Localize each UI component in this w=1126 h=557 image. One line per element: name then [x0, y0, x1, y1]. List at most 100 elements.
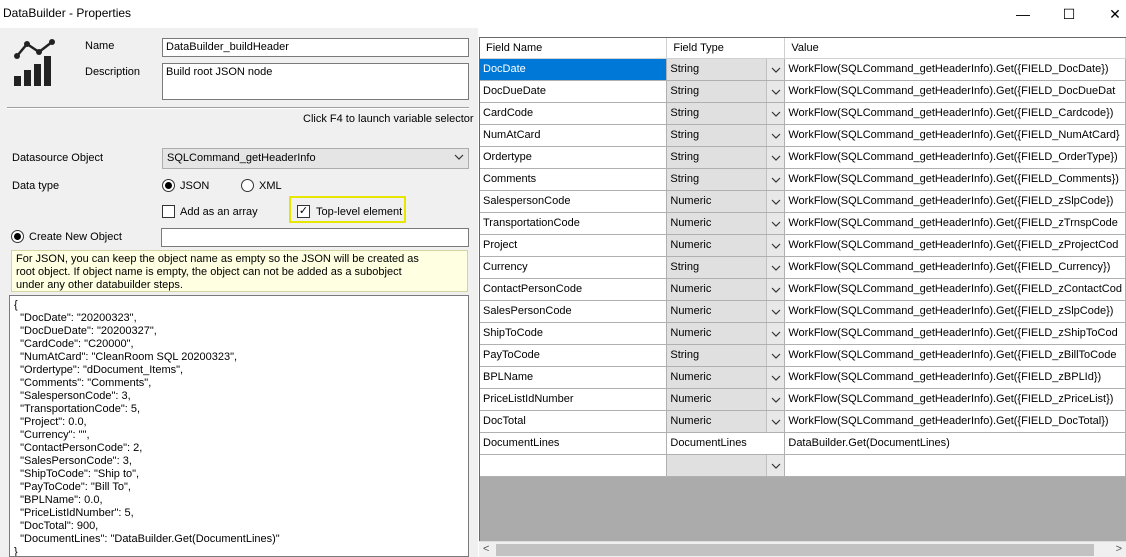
- value-cell[interactable]: WorkFlow(SQLCommand_getHeaderInfo).Get({…: [784, 80, 1126, 103]
- chevron-down-icon[interactable]: [766, 124, 784, 145]
- field-name-cell[interactable]: CardCode: [480, 102, 668, 125]
- table-row[interactable]: DocTotal Numeric WorkFlow(SQLCommand_getHe…: [480, 410, 1126, 433]
- table-row[interactable]: NumAtCard String WorkFlow(SQLCommand_getHe…: [480, 124, 1126, 147]
- value-cell[interactable]: WorkFlow(SQLCommand_getHeaderInfo).Get({…: [784, 124, 1126, 147]
- field-type-cell[interactable]: Numeric: [666, 234, 786, 257]
- value-cell[interactable]: WorkFlow(SQLCommand_getHeaderInfo).Get({…: [784, 234, 1126, 257]
- table-row[interactable]: DocDueDate String WorkFlow(SQLCommand_getH…: [480, 80, 1126, 103]
- field-name-cell[interactable]: Currency: [480, 256, 668, 279]
- value-cell[interactable]: WorkFlow(SQLCommand_getHeaderInfo).Get({…: [784, 190, 1126, 213]
- table-row[interactable]: SalesPersonCode Numeric WorkFlow(SQLComman…: [480, 300, 1126, 323]
- table-row[interactable]: ShipToCode Numeric WorkFlow(SQLCommand_get…: [480, 322, 1126, 345]
- close-button[interactable]: ✕: [1092, 0, 1126, 28]
- field-name-cell[interactable]: SalesPersonCode: [480, 300, 668, 323]
- field-type-cell[interactable]: String: [666, 102, 786, 125]
- chevron-down-icon[interactable]: [766, 102, 784, 123]
- chevron-down-icon[interactable]: [766, 234, 784, 255]
- field-name-cell[interactable]: [480, 454, 668, 477]
- field-name-cell[interactable]: SalespersonCode: [480, 190, 668, 213]
- name-input[interactable]: DataBuilder_buildHeader: [162, 38, 469, 57]
- table-row[interactable]: BPLName Numeric WorkFlow(SQLCommand_getHea…: [480, 366, 1126, 389]
- field-name-cell[interactable]: DocumentLines: [480, 432, 668, 455]
- chevron-down-icon[interactable]: [766, 278, 784, 299]
- table-row[interactable]: ContactPersonCode Numeric WorkFlow(SQLComm…: [480, 278, 1126, 301]
- field-type-cell[interactable]: Numeric: [666, 322, 786, 345]
- field-name-cell[interactable]: DocTotal: [480, 410, 668, 433]
- field-name-cell[interactable]: NumAtCard: [480, 124, 668, 147]
- field-type-cell[interactable]: [666, 454, 786, 477]
- datasource-select[interactable]: SQLCommand_getHeaderInfo: [162, 148, 469, 169]
- value-cell[interactable]: WorkFlow(SQLCommand_getHeaderInfo).Get({…: [784, 102, 1126, 125]
- chevron-down-icon[interactable]: [766, 212, 784, 233]
- field-name-cell[interactable]: BPLName: [480, 366, 668, 389]
- table-row[interactable]: SalespersonCode Numeric WorkFlow(SQLComman…: [480, 190, 1126, 213]
- value-cell[interactable]: WorkFlow(SQLCommand_getHeaderInfo).Get({…: [784, 366, 1126, 389]
- field-name-cell[interactable]: Ordertype: [480, 146, 668, 169]
- json-preview[interactable]: { "DocDate": "20200323", "DocDueDate": "…: [9, 295, 469, 557]
- table-row[interactable]: TransportationCode Numeric WorkFlow(SQLCom…: [480, 212, 1126, 235]
- field-type-cell[interactable]: String: [666, 256, 786, 279]
- value-header[interactable]: Value: [784, 38, 1126, 59]
- value-cell[interactable]: WorkFlow(SQLCommand_getHeaderInfo).Get({…: [784, 212, 1126, 235]
- table-row[interactable]: CardCode String WorkFlow(SQLCommand_getHea…: [480, 102, 1126, 125]
- field-name-cell[interactable]: ShipToCode: [480, 322, 668, 345]
- field-type-cell[interactable]: Numeric: [666, 278, 786, 301]
- chevron-down-icon[interactable]: [766, 322, 784, 343]
- chevron-down-icon[interactable]: [766, 190, 784, 211]
- table-row[interactable]: PriceListIdNumber Numeric WorkFlow(SQLComm…: [480, 388, 1126, 411]
- chevron-down-icon[interactable]: [766, 80, 784, 101]
- table-row[interactable]: Ordertype String WorkFlow(SQLCommand_getHe…: [480, 146, 1126, 169]
- horizontal-scrollbar[interactable]: < >: [479, 541, 1126, 557]
- field-name-cell[interactable]: TransportationCode: [480, 212, 668, 235]
- chevron-down-icon[interactable]: [766, 168, 784, 189]
- table-row[interactable]: PayToCode String WorkFlow(SQLCommand_getHe…: [480, 344, 1126, 367]
- value-cell[interactable]: WorkFlow(SQLCommand_getHeaderInfo).Get({…: [784, 168, 1126, 191]
- value-cell[interactable]: WorkFlow(SQLCommand_getHeaderInfo).Get({…: [784, 278, 1126, 301]
- chevron-down-icon[interactable]: [766, 344, 784, 365]
- value-cell[interactable]: WorkFlow(SQLCommand_getHeaderInfo).Get({…: [784, 344, 1126, 367]
- field-type-cell[interactable]: Numeric: [666, 300, 786, 323]
- value-cell[interactable]: WorkFlow(SQLCommand_getHeaderInfo).Get({…: [784, 322, 1126, 345]
- description-input[interactable]: Build root JSON node: [162, 63, 469, 100]
- field-name-header[interactable]: Field Name: [480, 38, 668, 59]
- value-cell[interactable]: WorkFlow(SQLCommand_getHeaderInfo).Get({…: [784, 146, 1126, 169]
- chevron-down-icon[interactable]: [766, 256, 784, 277]
- chevron-down-icon[interactable]: [766, 300, 784, 321]
- value-cell[interactable]: [784, 454, 1126, 477]
- chevron-down-icon[interactable]: [766, 58, 784, 79]
- maximize-button[interactable]: ☐: [1046, 0, 1092, 28]
- chevron-down-icon[interactable]: [766, 410, 784, 431]
- table-row[interactable]: DocDate String WorkFlow(SQLCommand_getHead…: [480, 58, 1126, 81]
- field-name-cell[interactable]: PayToCode: [480, 344, 668, 367]
- table-row[interactable]: Comments String WorkFlow(SQLCommand_getHea…: [480, 168, 1126, 191]
- xml-radio[interactable]: [241, 179, 254, 192]
- value-cell[interactable]: WorkFlow(SQLCommand_getHeaderInfo).Get({…: [784, 256, 1126, 279]
- field-name-cell[interactable]: DocDate: [480, 58, 668, 81]
- scroll-thumb[interactable]: [496, 544, 1094, 556]
- chevron-down-icon[interactable]: [766, 454, 784, 475]
- chevron-down-icon[interactable]: [766, 388, 784, 409]
- field-name-cell[interactable]: DocDueDate: [480, 80, 668, 103]
- scroll-right-arrow[interactable]: >: [1116, 543, 1122, 555]
- field-type-header[interactable]: Field Type: [666, 38, 786, 59]
- field-type-cell[interactable]: Numeric: [666, 190, 786, 213]
- create-new-object-radio[interactable]: [11, 230, 24, 243]
- field-type-cell[interactable]: String: [666, 344, 786, 367]
- field-type-cell[interactable]: String: [666, 146, 786, 169]
- chevron-down-icon[interactable]: [766, 146, 784, 167]
- field-name-cell[interactable]: PriceListIdNumber: [480, 388, 668, 411]
- value-cell[interactable]: DataBuilder.Get(DocumentLines): [784, 432, 1126, 455]
- field-type-cell[interactable]: String: [666, 80, 786, 103]
- field-type-cell[interactable]: String: [666, 168, 786, 191]
- table-row[interactable]: Currency String WorkFlow(SQLCommand_getHea…: [480, 256, 1126, 279]
- field-type-cell[interactable]: Numeric: [666, 388, 786, 411]
- field-type-cell[interactable]: Numeric: [666, 366, 786, 389]
- chevron-down-icon[interactable]: [766, 366, 784, 387]
- new-object-input[interactable]: [161, 228, 469, 247]
- field-type-cell[interactable]: DocumentLines: [666, 432, 786, 455]
- field-type-cell[interactable]: String: [666, 124, 786, 147]
- value-cell[interactable]: WorkFlow(SQLCommand_getHeaderInfo).Get({…: [784, 300, 1126, 323]
- value-cell[interactable]: WorkFlow(SQLCommand_getHeaderInfo).Get({…: [784, 410, 1126, 433]
- table-row[interactable]: [480, 454, 1126, 477]
- field-name-cell[interactable]: Comments: [480, 168, 668, 191]
